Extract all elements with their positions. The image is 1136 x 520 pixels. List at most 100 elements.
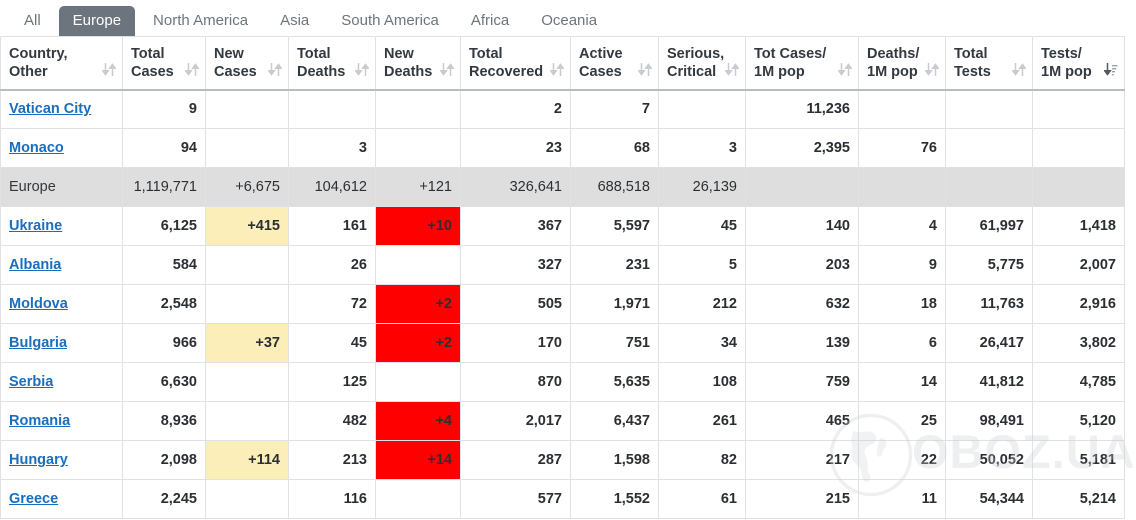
cell-total-tests — [945, 89, 1033, 129]
cell-serious-critical: 34 — [658, 323, 746, 363]
cell-total-tests — [945, 167, 1033, 207]
cell-total-cases: 2,098 — [122, 440, 206, 480]
country-link[interactable]: Greece — [9, 491, 58, 507]
column-header-deaths-1m-pop[interactable]: Deaths/1M pop — [858, 36, 946, 91]
cell-total-deaths: 72 — [288, 284, 376, 324]
column-header-serious-critical[interactable]: Serious, Critical — [658, 36, 746, 91]
cell-total-cases: 9 — [122, 89, 206, 129]
country-link[interactable]: Bulgaria — [9, 335, 67, 351]
table-row: Ukraine 6,125 +415 161 +10 367 5,597 45 140 4 61,9… — [0, 206, 1125, 246]
cell-country: Moldova — [0, 284, 123, 324]
cell-deaths-1m: 22 — [858, 440, 946, 480]
column-header-tot-cases-1m-pop[interactable]: Tot Cases/1M pop — [745, 36, 859, 91]
country-link[interactable]: Romania — [9, 413, 70, 429]
column-header-line1: Total — [131, 45, 165, 62]
cell-tot-cases-1m: 139 — [745, 323, 859, 363]
cell-total-deaths: 161 — [288, 206, 376, 246]
table-row: Bulgaria 966 +37 45 +2 170 751 34 139 6 26,417 3,80… — [0, 323, 1125, 363]
cell-deaths-1m: 4 — [858, 206, 946, 246]
cell-new-deaths: +2 — [375, 323, 461, 363]
tab-europe[interactable]: Europe — [58, 6, 136, 36]
table-row: Albania 584 26 327 231 5 203 9 5,775 2,007 — [0, 245, 1125, 285]
cell-active-cases: 7 — [570, 89, 659, 129]
column-header-line2: Cases — [214, 63, 257, 80]
cell-serious-critical: 3 — [658, 128, 746, 168]
sort-toggle-icon[interactable] — [439, 62, 455, 77]
cell-total-recovered: 170 — [460, 323, 571, 363]
cell-country: Serbia — [0, 362, 123, 402]
continent-tab-bar: All Europe North America Asia South America A… — [0, 0, 1136, 36]
table-body: Vatican City 9 2 7 11,236 Monaco 94 3 23 68 3 2,395… — [0, 89, 1125, 519]
sort-toggle-icon[interactable] — [549, 62, 565, 77]
column-header-line2: Deaths — [297, 63, 346, 80]
column-header-new-cases[interactable]: New Cases — [205, 36, 289, 91]
column-header-line1: Deaths/ — [867, 45, 920, 62]
country-link[interactable]: Ukraine — [9, 218, 62, 234]
cell-country: Albania — [0, 245, 123, 285]
country-link[interactable]: Vatican City — [9, 101, 91, 117]
cell-new-deaths: +4 — [375, 401, 461, 441]
cell-serious-critical: 212 — [658, 284, 746, 324]
cell-total-tests: 26,417 — [945, 323, 1033, 363]
sort-toggle-icon[interactable] — [354, 62, 370, 77]
sort-toggle-icon[interactable] — [837, 62, 853, 77]
tab-north-america[interactable]: North America — [139, 6, 262, 36]
column-header-country-other[interactable]: Country, Other — [0, 36, 123, 91]
column-header-line1: Total — [297, 45, 331, 62]
cell-country: Hungary — [0, 440, 123, 480]
column-header-total-cases[interactable]: Total Cases — [122, 36, 206, 91]
sort-toggle-icon[interactable] — [637, 62, 653, 77]
cell-total-tests: 50,052 — [945, 440, 1033, 480]
sort-toggle-icon[interactable] — [1011, 62, 1027, 77]
cell-new-deaths — [375, 89, 461, 129]
cell-tests-1m: 2,916 — [1032, 284, 1125, 324]
column-header-line2: Cases — [131, 63, 174, 80]
tab-africa[interactable]: Africa — [457, 6, 523, 36]
column-header-new-deaths[interactable]: New Deaths — [375, 36, 461, 91]
sort-toggle-icon[interactable] — [924, 62, 940, 77]
country-link[interactable]: Albania — [9, 257, 61, 273]
country-link[interactable]: Monaco — [9, 140, 64, 156]
column-header-active-cases[interactable]: Active Cases — [570, 36, 659, 91]
sort-toggle-icon[interactable] — [724, 62, 740, 77]
cell-tests-1m: 2,007 — [1032, 245, 1125, 285]
cell-tot-cases-1m: 632 — [745, 284, 859, 324]
covid-statistics-table: Country, Other Total Cases New Cases Total Deat… — [0, 36, 1125, 519]
cell-total-cases: 8,936 — [122, 401, 206, 441]
tab-asia[interactable]: Asia — [266, 6, 323, 36]
cell-active-cases: 6,437 — [570, 401, 659, 441]
column-header-line1: New — [384, 45, 414, 62]
column-header-line2: Cases — [579, 63, 622, 80]
country-link[interactable]: Hungary — [9, 452, 68, 468]
cell-total-deaths: 3 — [288, 128, 376, 168]
cell-new-cases: +37 — [205, 323, 289, 363]
column-header-line1: Total — [469, 45, 503, 62]
covid-stats-page: All Europe North America Asia South America A… — [0, 0, 1136, 520]
column-header-total-deaths[interactable]: Total Deaths — [288, 36, 376, 91]
cell-total-deaths: 104,612 — [288, 167, 376, 207]
sort-toggle-icon[interactable] — [184, 62, 200, 77]
cell-country: Monaco — [0, 128, 123, 168]
column-header-line1: Active — [579, 45, 623, 62]
country-link[interactable]: Serbia — [9, 374, 53, 390]
cell-tests-1m: 3,802 — [1032, 323, 1125, 363]
tab-south-america[interactable]: South America — [327, 6, 453, 36]
cell-deaths-1m: 25 — [858, 401, 946, 441]
column-header-tests-1m-pop[interactable]: Tests/1M pop — [1032, 36, 1125, 91]
sort-toggle-icon[interactable] — [267, 62, 283, 77]
cell-deaths-1m: 76 — [858, 128, 946, 168]
cell-tot-cases-1m: 215 — [745, 479, 859, 519]
column-header-total-recovered[interactable]: Total Recovered — [460, 36, 571, 91]
tab-oceania[interactable]: Oceania — [527, 6, 611, 36]
country-link[interactable]: Moldova — [9, 296, 68, 312]
tab-all[interactable]: All — [10, 6, 55, 36]
region-label: Europe — [9, 179, 56, 195]
column-header-line1: Tot Cases/ — [754, 45, 827, 62]
sort-toggle-icon[interactable] — [101, 62, 117, 77]
cell-active-cases: 688,518 — [570, 167, 659, 207]
sort-descending-icon[interactable] — [1103, 62, 1118, 77]
column-header-line2: Recovered — [469, 63, 544, 80]
cell-total-recovered: 2 — [460, 89, 571, 129]
column-header-line1: Country, — [9, 45, 68, 62]
column-header-total-tests[interactable]: Total Tests — [945, 36, 1033, 91]
